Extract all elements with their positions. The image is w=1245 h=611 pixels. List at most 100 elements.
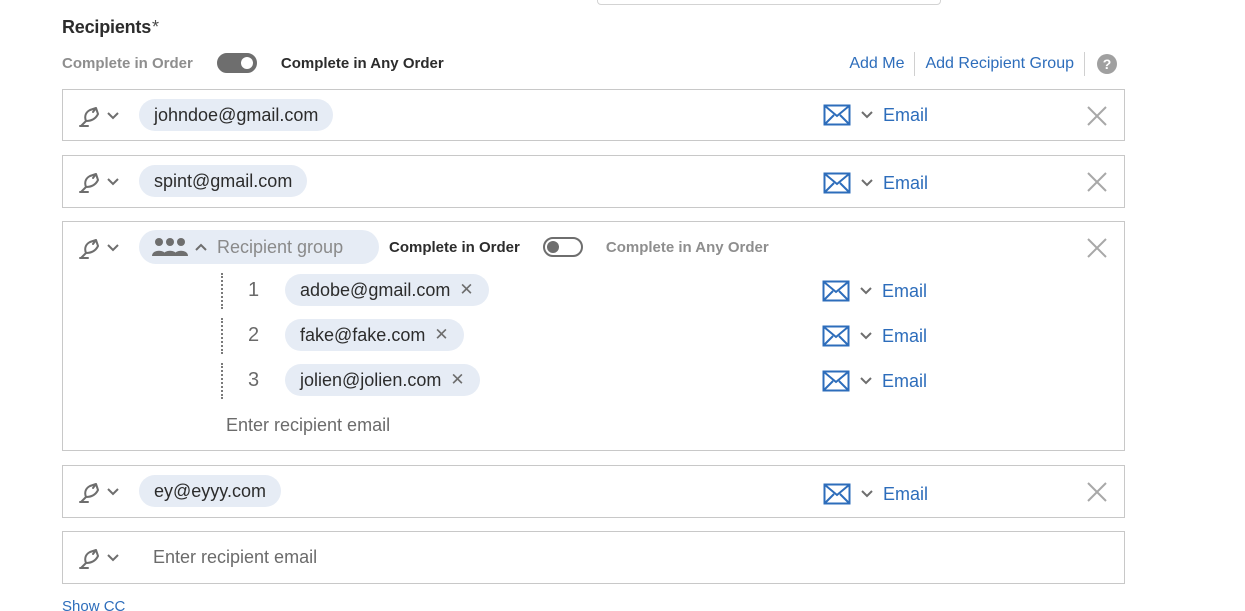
delivery-method-label: Email bbox=[883, 172, 929, 193]
recipient-email-chip[interactable]: johndoe@gmail.com bbox=[139, 99, 334, 131]
complete-in-order-label: Complete in Order bbox=[62, 54, 193, 72]
role-selector[interactable] bbox=[78, 546, 119, 570]
remove-member-icon[interactable]: ✕ bbox=[459, 280, 473, 300]
member-email-chip[interactable]: fake@fake.com ✕ bbox=[285, 319, 464, 351]
remove-member-icon[interactable]: ✕ bbox=[450, 370, 464, 390]
role-selector[interactable] bbox=[78, 236, 119, 260]
chevron-down-icon bbox=[861, 490, 873, 498]
delivery-method-selector[interactable]: Email bbox=[822, 370, 927, 392]
delivery-method-selector[interactable]: Email bbox=[823, 483, 928, 505]
delivery-method-selector[interactable]: Email bbox=[823, 104, 928, 126]
member-order-number: 1 bbox=[248, 279, 260, 301]
section-title-text: Recipients bbox=[62, 17, 152, 37]
help-icon[interactable]: ? bbox=[1097, 54, 1117, 74]
close-x-icon bbox=[1087, 482, 1107, 502]
recipient-group-name-field[interactable]: Recipient group bbox=[139, 230, 379, 264]
delivery-method-label: Email bbox=[883, 104, 929, 125]
recipient-email: ey@eyyy.com bbox=[154, 480, 266, 501]
pen-signature-icon bbox=[79, 483, 99, 503]
close-x-icon bbox=[1087, 106, 1107, 126]
member-email: jolien@jolien.com bbox=[300, 369, 442, 390]
remove-recipient-button[interactable] bbox=[1087, 482, 1107, 502]
remove-group-button[interactable] bbox=[1087, 238, 1107, 258]
envelope-icon bbox=[822, 280, 850, 302]
delivery-method-label: Email bbox=[882, 370, 928, 391]
member-email: fake@fake.com bbox=[300, 324, 426, 345]
delivery-method-label: Email bbox=[883, 483, 929, 504]
remove-recipient-button[interactable] bbox=[1087, 106, 1107, 126]
envelope-icon bbox=[823, 483, 851, 505]
drag-handle[interactable] bbox=[221, 363, 223, 399]
member-order-number: 3 bbox=[248, 369, 260, 391]
recipient-row: spint@gmail.com Email bbox=[62, 155, 1125, 208]
show-cc-link[interactable]: Show CC bbox=[62, 598, 125, 611]
envelope-icon bbox=[823, 172, 851, 194]
chevron-down-icon bbox=[107, 488, 119, 496]
delivery-method-selector[interactable]: Email bbox=[823, 172, 928, 194]
group-member-row: 2 fake@fake.com ✕ Email bbox=[221, 316, 1101, 356]
chevron-down-icon bbox=[860, 377, 872, 385]
member-order-number: 2 bbox=[248, 324, 260, 346]
envelope-icon bbox=[823, 104, 851, 126]
remove-recipient-button[interactable] bbox=[1087, 172, 1107, 192]
group-member-row: 3 jolien@jolien.com ✕ Email bbox=[221, 361, 1101, 401]
add-me-link[interactable]: Add Me bbox=[839, 55, 914, 73]
people-group-icon bbox=[152, 238, 188, 256]
signing-order-control: Complete in Order Complete in Any Order bbox=[62, 52, 444, 74]
close-x-icon bbox=[1087, 172, 1107, 192]
group-name-placeholder: Recipient group bbox=[217, 236, 344, 257]
recipient-email: johndoe@gmail.com bbox=[154, 104, 319, 125]
pen-signature-icon bbox=[79, 107, 99, 127]
delivery-method-label: Email bbox=[882, 325, 928, 346]
member-email: adobe@gmail.com bbox=[300, 279, 451, 300]
drag-handle[interactable] bbox=[221, 318, 223, 354]
recipient-actions: Add Me Add Recipient Group ? bbox=[839, 52, 1117, 76]
required-asterisk: * bbox=[152, 17, 159, 37]
delivery-method-label: Email bbox=[882, 280, 928, 301]
top-field-edge bbox=[597, 0, 941, 5]
drag-handle[interactable] bbox=[221, 273, 223, 309]
chevron-down-icon bbox=[860, 287, 872, 295]
member-email-chip[interactable]: adobe@gmail.com ✕ bbox=[285, 274, 489, 306]
pen-signature-icon bbox=[79, 549, 99, 569]
complete-any-order-label: Complete in Any Order bbox=[280, 54, 444, 72]
pen-signature-icon bbox=[79, 239, 99, 259]
recipient-row-empty: Enter recipient email bbox=[62, 531, 1125, 584]
envelope-icon bbox=[822, 325, 850, 347]
role-selector[interactable] bbox=[78, 104, 119, 128]
role-selector[interactable] bbox=[78, 170, 119, 194]
recipient-email-input[interactable]: Enter recipient email bbox=[153, 547, 317, 568]
member-email-chip[interactable]: jolien@jolien.com ✕ bbox=[285, 364, 480, 396]
chevron-up-icon[interactable] bbox=[195, 243, 207, 251]
recipient-row: ey@eyyy.com Email bbox=[62, 465, 1125, 518]
chevron-down-icon bbox=[861, 111, 873, 119]
chevron-down-icon bbox=[860, 332, 872, 340]
group-complete-any-order-label: Complete in Any Order bbox=[605, 238, 769, 256]
delivery-method-selector[interactable]: Email bbox=[822, 280, 927, 302]
chevron-down-icon bbox=[107, 554, 119, 562]
pen-signature-icon bbox=[79, 173, 99, 193]
recipient-email-chip[interactable]: ey@eyyy.com bbox=[139, 475, 281, 507]
remove-member-icon[interactable]: ✕ bbox=[434, 325, 448, 345]
group-signing-order-toggle[interactable] bbox=[542, 237, 583, 257]
add-recipient-group-link[interactable]: Add Recipient Group bbox=[915, 55, 1084, 73]
section-title: Recipients* bbox=[62, 17, 159, 38]
delivery-method-selector[interactable]: Email bbox=[822, 325, 927, 347]
chevron-down-icon bbox=[107, 178, 119, 186]
recipient-group-row: Recipient group Complete in Order Comple… bbox=[62, 221, 1125, 451]
group-member-row: 1 adobe@gmail.com ✕ Email bbox=[221, 271, 1101, 311]
chevron-down-icon bbox=[107, 244, 119, 252]
role-selector[interactable] bbox=[78, 480, 119, 504]
divider bbox=[1084, 52, 1085, 76]
chevron-down-icon bbox=[107, 112, 119, 120]
signing-order-toggle[interactable] bbox=[216, 53, 257, 73]
envelope-icon bbox=[822, 370, 850, 392]
group-signing-order-control: Complete in Order Complete in Any Order bbox=[389, 236, 769, 258]
group-member-email-input[interactable]: Enter recipient email bbox=[226, 415, 390, 436]
chevron-down-icon bbox=[861, 179, 873, 187]
recipient-email: spint@gmail.com bbox=[154, 170, 293, 191]
group-complete-in-order-label: Complete in Order bbox=[389, 238, 520, 256]
recipient-row: johndoe@gmail.com Email bbox=[62, 89, 1125, 141]
recipient-email-chip[interactable]: spint@gmail.com bbox=[139, 165, 308, 197]
close-x-icon bbox=[1087, 238, 1107, 258]
